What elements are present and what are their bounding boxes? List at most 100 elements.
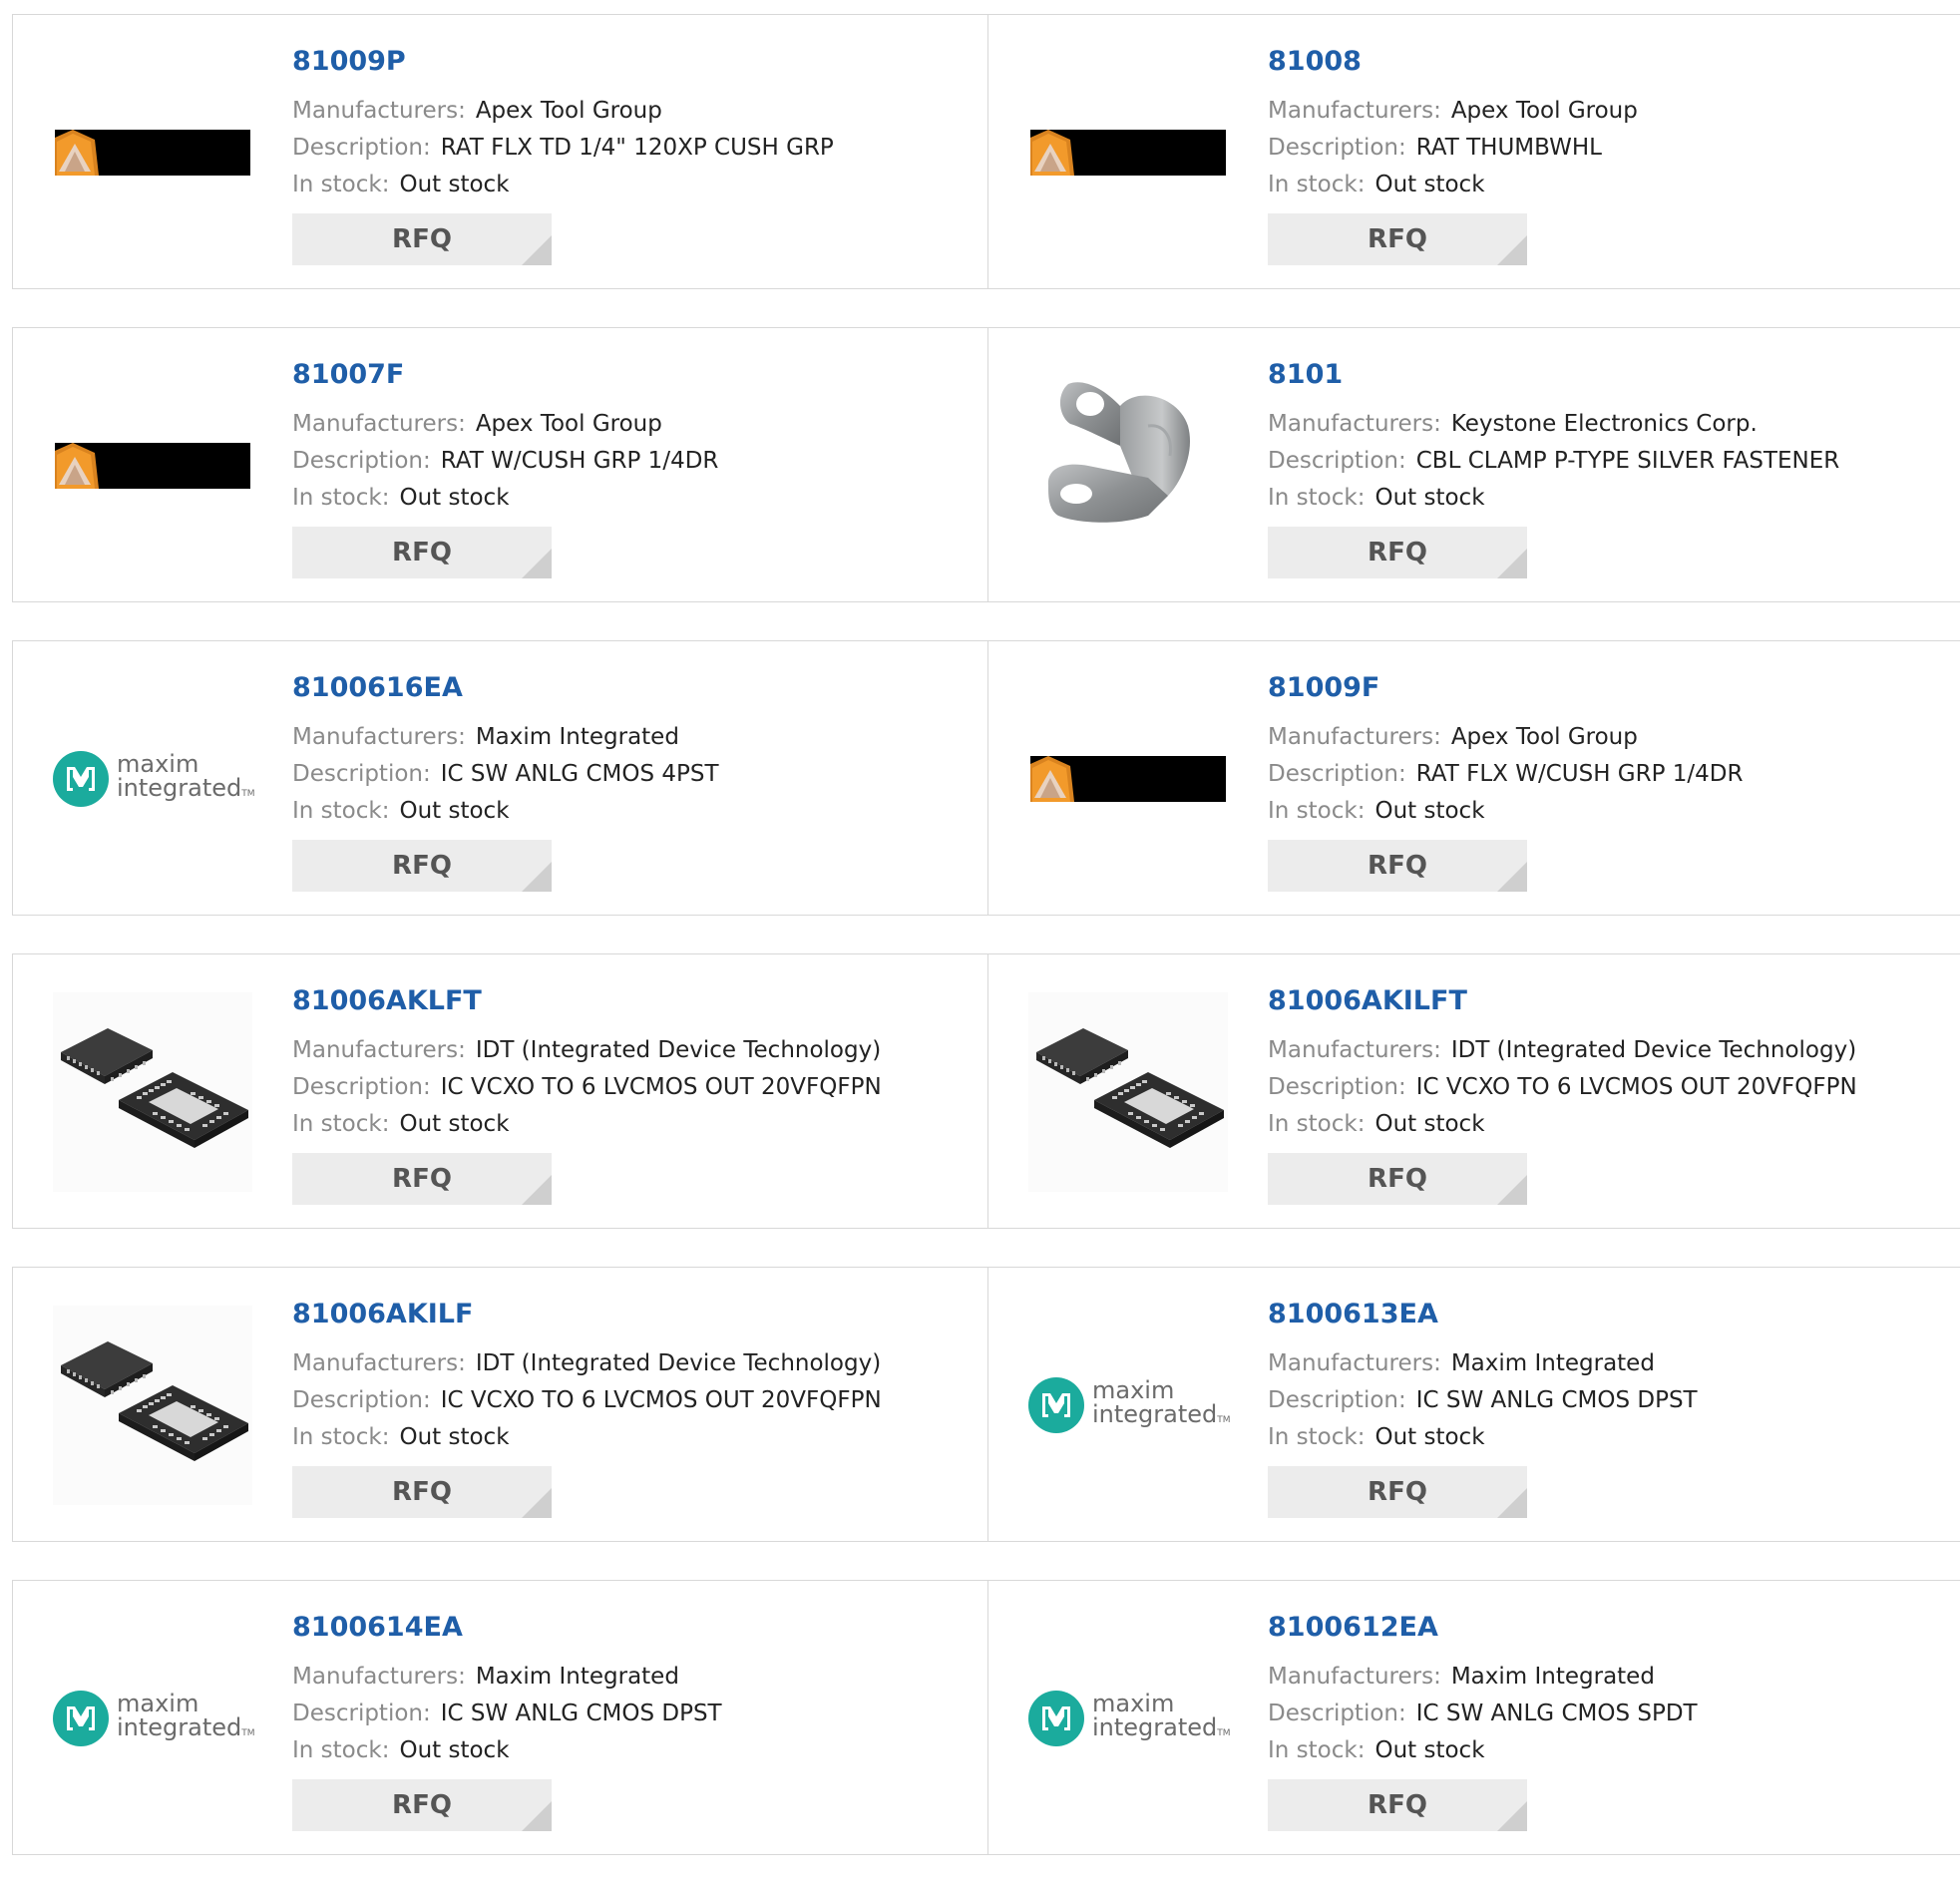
description-value: IC SW ANLG CMOS 4PST — [440, 761, 719, 787]
product-image[interactable] — [1028, 679, 1228, 879]
description-row: Description: RAT W/CUSH GRP 1/4DR — [292, 443, 968, 480]
rfq-button-label: RFQ — [1368, 1477, 1427, 1507]
part-number-link[interactable]: 8100612EA — [1268, 1611, 1941, 1645]
rfq-button[interactable]: RFQ — [1268, 1153, 1527, 1205]
manufacturer-label: Manufacturers: — [292, 1664, 466, 1690]
rfq-button[interactable]: RFQ — [292, 1153, 552, 1205]
description-value: IC SW ANLG CMOS DPST — [1415, 1387, 1698, 1413]
product-card: maxim integratedTM 8100612EA Manufacture… — [988, 1581, 1960, 1854]
manufacturer-value: IDT (Integrated Device Technology) — [475, 1037, 882, 1063]
part-number-link[interactable]: 81009P — [292, 45, 968, 79]
product-image[interactable] — [53, 1306, 252, 1505]
stock-value: Out stock — [1374, 1424, 1485, 1450]
description-label: Description: — [292, 1701, 431, 1726]
description-label: Description: — [1268, 761, 1406, 787]
manufacturer-row: Manufacturers: Maxim Integrated — [292, 719, 968, 756]
manufacturer-value: Apex Tool Group — [1450, 724, 1638, 750]
description-value: RAT THUMBWHL — [1415, 135, 1602, 161]
rfq-corner-decoration — [1497, 549, 1527, 578]
product-card: 81006AKILFT Manufacturers: IDT (Integrate… — [988, 954, 1960, 1228]
product-card: 8101 Manufacturers: Keystone Electronics … — [988, 328, 1960, 601]
maxim-integrated-logo: maxim integratedTM — [53, 751, 255, 807]
description-label: Description: — [292, 1074, 431, 1100]
part-number-link[interactable]: 81009F — [1268, 671, 1941, 705]
product-image[interactable] — [1028, 53, 1228, 252]
product-grid: 81009P Manufacturers: Apex Tool Group Des… — [12, 14, 1960, 1893]
stock-value: Out stock — [1374, 1737, 1485, 1763]
rfq-button[interactable]: RFQ — [292, 840, 552, 892]
rfq-button[interactable]: RFQ — [292, 1466, 552, 1518]
description-value: RAT FLX TD 1/4" 120XP CUSH GRP — [440, 135, 834, 161]
product-info: 8100612EA Manufacturers: Maxim Integrated… — [1268, 1611, 1941, 1831]
rfq-corner-decoration — [1497, 1488, 1527, 1518]
part-number-link[interactable]: 8100613EA — [1268, 1298, 1941, 1331]
manufacturer-label: Manufacturers: — [1268, 98, 1441, 124]
manufacturer-value: IDT (Integrated Device Technology) — [1450, 1037, 1857, 1063]
description-label: Description: — [1268, 448, 1406, 474]
rfq-button[interactable]: RFQ — [1268, 840, 1527, 892]
stock-label: In stock: — [292, 1111, 390, 1137]
product-image[interactable]: maxim integratedTM — [1028, 1619, 1231, 1818]
product-image[interactable] — [53, 53, 252, 252]
stock-row: In stock: Out stock — [292, 1419, 968, 1456]
apex-tool-group-logo — [1030, 130, 1226, 176]
product-card: 81006AKLFT Manufacturers: IDT (Integrated… — [13, 954, 988, 1228]
stock-row: In stock: Out stock — [292, 1106, 968, 1143]
rfq-button[interactable]: RFQ — [292, 213, 552, 265]
rfq-button[interactable]: RFQ — [292, 1779, 552, 1831]
rfq-button-label: RFQ — [392, 851, 452, 881]
description-row: Description: IC VCXO TO 6 LVCMOS OUT 20VF… — [292, 1382, 968, 1419]
product-info: 81009F Manufacturers: Apex Tool Group Des… — [1268, 671, 1941, 892]
part-number-link[interactable]: 8100616EA — [292, 671, 968, 705]
manufacturer-row: Manufacturers: Keystone Electronics Corp. — [1268, 406, 1941, 443]
description-value: RAT W/CUSH GRP 1/4DR — [440, 448, 719, 474]
product-card: 81006AKILF Manufacturers: IDT (Integrated… — [13, 1268, 988, 1541]
product-image[interactable] — [53, 366, 252, 566]
part-number-link[interactable]: 81007F — [292, 358, 968, 392]
maxim-mark-icon — [53, 751, 109, 807]
description-label: Description: — [1268, 1701, 1406, 1726]
rfq-button[interactable]: RFQ — [1268, 213, 1527, 265]
description-value: IC VCXO TO 6 LVCMOS OUT 20VFQFPN — [440, 1074, 882, 1100]
rfq-button[interactable]: RFQ — [1268, 527, 1527, 578]
part-number-link[interactable]: 81006AKILFT — [1268, 984, 1941, 1018]
product-card: maxim integratedTM 8100614EA Manufacture… — [13, 1581, 988, 1854]
rfq-corner-decoration — [522, 1175, 552, 1205]
rfq-corner-decoration — [1497, 862, 1527, 892]
description-row: Description: IC SW ANLG CMOS 4PST — [292, 756, 968, 793]
manufacturer-row: Manufacturers: Maxim Integrated — [1268, 1345, 1941, 1382]
stock-row: In stock: Out stock — [292, 167, 968, 203]
maxim-wordmark: maxim integratedTM — [1092, 1376, 1231, 1428]
maxim-integrated-logo: maxim integratedTM — [1028, 1691, 1231, 1746]
product-info: 8100614EA Manufacturers: Maxim Integrated… — [292, 1611, 968, 1831]
stock-value: Out stock — [399, 798, 510, 824]
manufacturer-label: Manufacturers: — [1268, 411, 1441, 437]
product-info: 8100616EA Manufacturers: Maxim Integrated… — [292, 671, 968, 892]
manufacturer-row: Manufacturers: Apex Tool Group — [1268, 719, 1941, 756]
part-number-link[interactable]: 8100614EA — [292, 1611, 968, 1645]
product-image[interactable]: maxim integratedTM — [1028, 1306, 1231, 1505]
part-number-link[interactable]: 81006AKILF — [292, 1298, 968, 1331]
product-info: 81006AKILFT Manufacturers: IDT (Integrate… — [1268, 984, 1941, 1205]
rfq-button-label: RFQ — [1368, 224, 1427, 254]
part-number-link[interactable]: 8101 — [1268, 358, 1941, 392]
rfq-button[interactable]: RFQ — [1268, 1779, 1527, 1831]
qfn-chip-photo — [53, 992, 252, 1192]
product-image[interactable]: maxim integratedTM — [53, 679, 255, 879]
part-number-link[interactable]: 81008 — [1268, 45, 1941, 79]
product-image[interactable] — [53, 992, 252, 1192]
maxim-mark-icon — [1028, 1691, 1084, 1746]
manufacturer-row: Manufacturers: IDT (Integrated Device Tec… — [1268, 1032, 1941, 1069]
product-image[interactable] — [1028, 992, 1228, 1192]
maxim-integrated-logo: maxim integratedTM — [1028, 1376, 1231, 1433]
product-image[interactable] — [1028, 366, 1228, 566]
part-number-link[interactable]: 81006AKLFT — [292, 984, 968, 1018]
rfq-button[interactable]: RFQ — [1268, 1466, 1527, 1518]
description-label: Description: — [292, 135, 431, 161]
product-image[interactable]: maxim integratedTM — [53, 1619, 255, 1818]
description-value: CBL CLAMP P-TYPE SILVER FASTENER — [1415, 448, 1840, 474]
rfq-button[interactable]: RFQ — [292, 527, 552, 578]
product-row: 81009P Manufacturers: Apex Tool Group Des… — [12, 14, 1960, 289]
rfq-corner-decoration — [1497, 1801, 1527, 1831]
stock-label: In stock: — [292, 1737, 390, 1763]
